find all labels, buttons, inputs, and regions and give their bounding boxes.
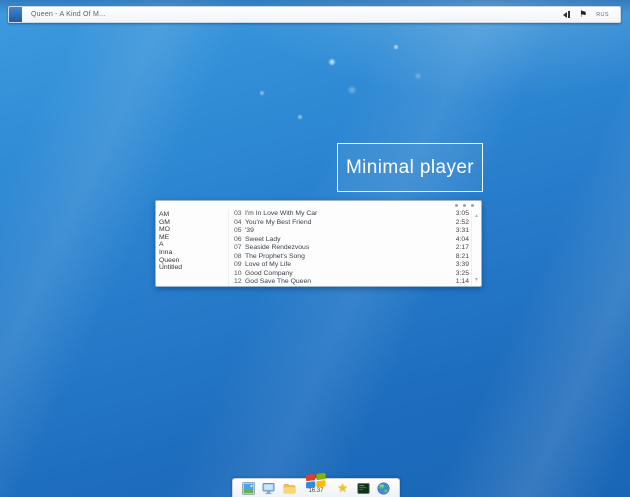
track-row[interactable]: 10 Good Company 3:25 <box>229 270 471 279</box>
playlist-tab[interactable]: Inna <box>159 249 228 257</box>
track-row[interactable]: 08 The Prophet's Song 8:21 <box>229 253 471 262</box>
playlist-tab[interactable]: Untitled <box>159 264 228 272</box>
playlist-window[interactable]: AM GM MO ME A Inna Queen Untitled 03 I'm… <box>155 200 482 287</box>
taskbar-item-favorites[interactable]: ★ <box>336 481 350 495</box>
track-row[interactable]: 04 You're My Best Friend 2:52 <box>229 219 471 228</box>
now-playing-title: Queen - A Kind Of M... <box>31 11 105 18</box>
scroll-down-icon[interactable]: ▼ <box>474 277 479 283</box>
track-duration: 3:05 <box>456 210 469 219</box>
track-duration: 8:21 <box>456 253 469 262</box>
track-row[interactable]: 07 Seaside Rendezvous 2:17 <box>229 244 471 253</box>
track-duration: 3:25 <box>456 270 469 279</box>
track-duration: 3:39 <box>456 261 469 270</box>
flag-icon[interactable]: ⚑ <box>579 10 587 19</box>
track-title: God Save The Queen <box>245 278 452 286</box>
media-library-icon <box>242 482 255 495</box>
player-bar[interactable]: Queen - A Kind Of M... ⚑ RUS <box>8 6 621 23</box>
track-row[interactable]: 05 '39 3:31 <box>229 227 471 236</box>
track-number: 12 <box>234 278 245 286</box>
scroll-up-icon[interactable]: ▲ <box>474 213 479 219</box>
track-number: 05 <box>234 227 245 236</box>
playlist-titlebar[interactable] <box>156 201 481 210</box>
track-row[interactable]: 12 God Save The Queen 1:14 <box>229 278 471 286</box>
minimize-button[interactable] <box>455 204 458 207</box>
taskbar-item-computer[interactable] <box>262 481 276 495</box>
track-duration: 3:31 <box>456 227 469 236</box>
track-number: 10 <box>234 270 245 279</box>
track-row[interactable]: 06 Sweet Lady 4:04 <box>229 236 471 245</box>
taskbar-item-media[interactable] <box>241 481 255 495</box>
track-row[interactable]: 09 Love of My Life 3:39 <box>229 261 471 270</box>
folder-icon <box>283 482 296 495</box>
track-duration: 2:17 <box>456 244 469 253</box>
playlist-tab[interactable]: AM <box>159 211 228 219</box>
minimal-player-widget: Minimal player <box>337 143 483 192</box>
favorites-star-icon: ★ <box>337 482 348 494</box>
track-number: 06 <box>234 236 245 245</box>
taskbar-item-console[interactable] <box>356 481 370 495</box>
pause-icon[interactable] <box>563 11 570 18</box>
playlist-tab[interactable]: GM <box>159 219 228 227</box>
track-title: The Prophet's Song <box>245 253 452 262</box>
track-title: Love of My Life <box>245 261 452 270</box>
maximize-button[interactable] <box>463 204 466 207</box>
track-title: '39 <box>245 227 452 236</box>
playlist-tab[interactable]: MO <box>159 226 228 234</box>
taskbar-item-folder[interactable] <box>282 481 296 495</box>
taskbar-item-browser[interactable] <box>377 481 391 495</box>
console-icon <box>357 482 370 495</box>
player-accent-block <box>9 7 22 22</box>
computer-icon <box>262 482 275 495</box>
track-title: I'm In Love With My Car <box>245 210 452 219</box>
playlist-tabs: AM GM MO ME A Inna Queen Untitled <box>156 210 229 286</box>
close-button[interactable] <box>471 204 474 207</box>
internet-globe-icon <box>377 482 390 495</box>
track-number: 03 <box>234 210 245 219</box>
track-duration: 2:52 <box>456 219 469 228</box>
playlist-tab[interactable]: A <box>159 241 228 249</box>
start-button[interactable]: 16.37 <box>303 472 329 494</box>
windows-logo-icon <box>305 472 327 489</box>
track-number: 07 <box>234 244 245 253</box>
language-indicator: RUS <box>596 12 609 18</box>
track-number: 09 <box>234 261 245 270</box>
track-duration: 1:14 <box>456 278 469 286</box>
taskbar[interactable]: 16.37 ★ <box>232 478 400 497</box>
minimal-player-label: Minimal player <box>346 157 474 179</box>
track-title: Good Company <box>245 270 452 279</box>
track-number: 04 <box>234 219 245 228</box>
track-title: You're My Best Friend <box>245 219 452 228</box>
track-duration: 4:04 <box>456 236 469 245</box>
track-title: Sweet Lady <box>245 236 452 245</box>
track-number: 08 <box>234 253 245 262</box>
track-title: Seaside Rendezvous <box>245 244 452 253</box>
taskbar-clock: 16.37 <box>308 488 323 494</box>
playlist-tab[interactable]: Queen <box>159 257 228 265</box>
track-row[interactable]: 03 I'm In Love With My Car 3:05 <box>229 210 471 219</box>
track-list: 03 I'm In Love With My Car 3:05 04 You'r… <box>229 210 471 286</box>
playlist-scrollbar[interactable]: ▲ ▼ <box>471 210 481 286</box>
playlist-tab[interactable]: ME <box>159 234 228 242</box>
